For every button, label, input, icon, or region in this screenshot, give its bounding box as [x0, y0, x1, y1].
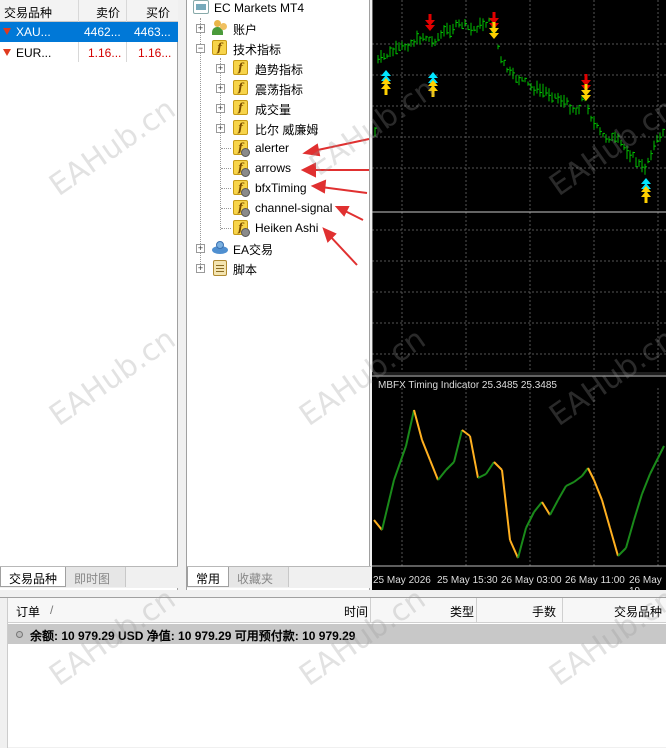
bid-price: 4462... [84, 25, 121, 39]
timing-segment [641, 473, 651, 495]
tab-favorites[interactable]: 收藏夹 [229, 567, 289, 587]
tab-symbols[interactable]: 交易品种 [0, 567, 66, 587]
timing-segment [657, 445, 665, 459]
timing-segment [549, 499, 559, 516]
timing-segment [493, 461, 503, 471]
price-down-icon [3, 49, 11, 56]
balance-row[interactable]: 余额: 10 979.29 USD 净值: 10 979.29 可用预付款: 1… [8, 624, 666, 644]
terminal-panel: 订单 / 时间 类型 手数 交易品种 余额: 10 979.29 USD 净值:… [0, 597, 666, 748]
timing-segment [541, 501, 551, 516]
timing-segment [413, 409, 423, 441]
navigator-tabbar: 常用 收藏夹 [187, 566, 371, 588]
timing-segment [381, 479, 395, 531]
timing-segment [601, 499, 611, 529]
annotation-arrows [300, 138, 370, 266]
ask-price: 1.16... [138, 46, 172, 60]
price-bars [374, 17, 665, 175]
timing-segment [453, 429, 463, 463]
timing-segment [405, 409, 415, 447]
price-down-icon [3, 28, 11, 35]
timing-segment [477, 473, 487, 479]
timing-segment [593, 479, 603, 501]
timing-segment [565, 481, 575, 487]
indicator-label: MBFX Timing Indicator 25.3485 25.3485 [378, 380, 557, 391]
timing-segment [633, 493, 643, 521]
time-label: 26 May 11:00 [565, 575, 625, 586]
mbfx-timing-line [373, 409, 665, 559]
navigator-panel: EC Markets MT4 + 账户 − f 技术指标 + f 趋势指标 + … [186, 0, 371, 590]
symbol-name: EUR... [16, 46, 52, 60]
timing-segment [373, 519, 383, 531]
terminal-header: 订单 / 时间 类型 手数 交易品种 [0, 598, 666, 623]
timing-segment [509, 539, 519, 559]
symbol-name: XAU... [16, 25, 51, 39]
timing-segment [429, 459, 439, 481]
col-time-header[interactable]: 时间 [344, 603, 368, 620]
timing-segment [445, 461, 455, 471]
timing-segment [617, 547, 627, 557]
time-label: 25 May 2026 [373, 575, 431, 586]
market-watch-tabbar: 交易品种 即时图 [0, 566, 178, 588]
timing-segment [581, 467, 589, 477]
tab-common[interactable]: 常用 [187, 567, 229, 587]
balance-icon [16, 631, 23, 638]
chart-window[interactable]: MBFX Timing Indicator 25.3485 25.3485 25… [372, 0, 666, 597]
timing-segment [587, 467, 595, 481]
timing-segment [625, 519, 635, 549]
timing-segment [501, 469, 511, 541]
timing-segment [557, 485, 567, 501]
timing-segment [609, 527, 619, 557]
timing-segment [421, 439, 431, 461]
timing-segment [461, 429, 471, 437]
ask-price: 4463... [134, 25, 171, 39]
timing-segment [573, 475, 583, 483]
timing-segment [393, 445, 407, 481]
col-order-header[interactable]: 订单 [16, 603, 40, 620]
timing-segment [533, 501, 543, 513]
timing-segment [517, 527, 527, 559]
col-lots-header[interactable]: 手数 [532, 603, 556, 620]
time-label: 26 May 03:00 [501, 575, 562, 586]
sort-indicator: / [50, 603, 54, 617]
timing-segment [469, 435, 479, 479]
bid-price: 1.16... [88, 46, 122, 60]
sell-arrow-icon [425, 14, 435, 31]
col-symbol-header[interactable]: 交易品种 [614, 603, 662, 620]
market-watch-panel: 交易品种 卖价 买价 XAU... 4462... 4463... EUR...… [0, 0, 178, 590]
market-watch-header: 交易品种 卖价 买价 [0, 0, 178, 22]
timing-segment [485, 461, 495, 475]
balance-text: 余额: 10 979.29 USD 净值: 10 979.29 可用预付款: 1… [30, 629, 356, 643]
col-type-header[interactable]: 类型 [450, 603, 474, 620]
col-symbol-header[interactable]: 交易品种 [4, 4, 52, 21]
col-bid-header[interactable]: 卖价 [96, 4, 120, 21]
symbol-row-eur[interactable]: EUR... 1.16... 1.16... [0, 43, 178, 63]
price-chart-canvas[interactable] [372, 0, 666, 590]
timing-segment [437, 469, 447, 481]
timing-segment [649, 457, 659, 475]
col-ask-header[interactable]: 买价 [146, 4, 170, 21]
symbol-row-xau[interactable]: XAU... 4462... 4463... [0, 22, 178, 42]
tab-tick-chart[interactable]: 即时图 [66, 567, 126, 587]
signal-arrows [381, 12, 651, 203]
time-label: 25 May 15:30 [437, 575, 498, 586]
